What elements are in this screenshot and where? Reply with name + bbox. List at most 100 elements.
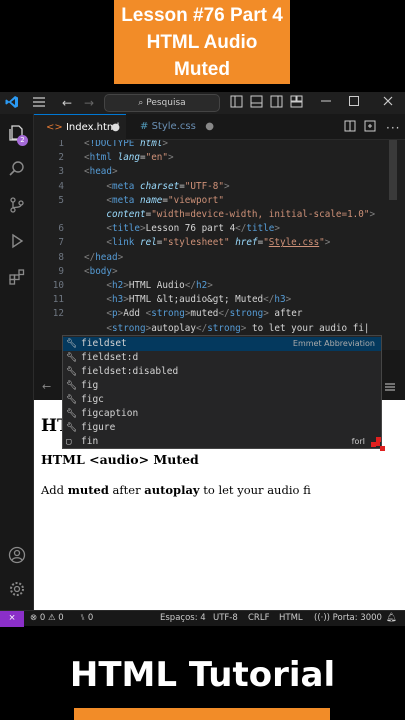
ports-indicator[interactable]: ⑊ 0 [80,611,93,626]
code-editor[interactable]: 1 <!DOCTYPE html> 2 <html lang="en"> 3 <head>… [34,140,405,350]
p-text: Add [41,483,68,497]
source-control-icon[interactable] [7,196,27,216]
split-editor-icon[interactable] [344,120,356,136]
code-text[interactable]: <h2>HTML Audio</h2> [84,280,212,291]
autocomplete-popup[interactable]: 🔧︎ fieldset Emmet Abbreviation 🔧︎ fieldset:d… [62,335,385,451]
autocomplete-item-label: fieldset:disabled [81,366,179,377]
code-text[interactable]: content="width=device-width, initial-sca… [84,209,375,220]
wrench-icon: 🔧︎ [66,381,78,391]
unsaved-dot-icon[interactable]: ● [111,115,120,141]
error-icon: ⊗ [30,613,38,623]
tab-style-css[interactable]: # Style.css ● [126,114,214,140]
line-number: 8 [58,251,64,263]
settings-gear-icon[interactable] [7,580,27,600]
eol-status[interactable]: CRLF [248,611,269,626]
code-line[interactable]: <strong>autoplay</strong> to let your au… [34,322,405,336]
autocomplete-item[interactable]: 🔧︎ fig [63,379,381,393]
autocomplete-item[interactable]: 🔧︎ fieldset:d [63,351,381,365]
html-file-icon: <> [46,122,63,133]
line-number: 5 [58,194,64,206]
code-text[interactable]: <h3>HTML &lt;audio&gt; Muted</h3> [84,294,291,305]
editor-scrollbar[interactable] [389,140,397,200]
code-text[interactable]: <meta name="viewport" [84,195,224,206]
snippet-box-icon: ▢ [66,437,72,447]
language-status[interactable]: HTML [279,611,303,626]
autocomplete-item[interactable]: ▢ fin [63,435,381,449]
problems-indicator[interactable]: ⊗ 0 ⚠ 0 [30,611,64,626]
p-strong-muted: muted [67,483,109,497]
back-icon[interactable]: ← [62,95,72,111]
code-text[interactable]: <p>Add <strong>muted</strong> after [84,308,302,319]
source-control-badge: 2 [17,135,28,146]
code-text[interactable]: </head> [84,252,123,263]
code-line[interactable]: 8 </head> [34,251,405,265]
code-text[interactable]: <link rel="stylesheet" href="Style.css"> [84,237,330,248]
code-line[interactable]: 2 <html lang="en"> [34,151,405,165]
command-search[interactable]: ⌕ Pesquisa [104,94,220,112]
code-line[interactable]: content="width=device-width, initial-sca… [34,208,405,222]
code-text[interactable]: <title>Lesson 76 part 4</title> [84,223,280,234]
minimize-icon[interactable] [320,95,332,111]
toggle-sidebar-icon[interactable] [230,95,243,111]
code-line[interactable]: 1 <!DOCTYPE html> [34,140,405,151]
autocomplete-item[interactable]: 🔧︎ figc [63,393,381,407]
indentation-status[interactable]: Espaços: 4 [160,611,206,626]
code-line[interactable]: 11 <h3>HTML &lt;audio&gt; Muted</h3> [34,293,405,307]
forward-icon[interactable]: → [84,95,94,111]
error-count: 0 [39,613,46,623]
search-icon[interactable] [7,160,27,180]
code-text[interactable]: <strong>autoplay</strong> to let your au… [84,323,369,334]
account-icon[interactable] [7,546,27,566]
run-debug-icon[interactable] [7,232,27,252]
toggle-panel-icon[interactable] [250,95,263,111]
code-line[interactable]: 6 <title>Lesson 76 part 4</title> [34,222,405,236]
code-line[interactable]: 9 <body> [34,265,405,279]
code-text[interactable]: <meta charset="UTF-8"> [84,181,229,192]
code-text[interactable]: <body> [84,266,118,277]
p-text: to let your audio fi [199,483,311,497]
editor-tabs: <> Index.html ● # Style.css ● ··· [34,114,405,140]
autocomplete-item[interactable]: 🔧︎ fieldset:disabled [63,365,381,379]
activity-bar: 2 [0,114,34,610]
autocomplete-item[interactable]: 🔧︎ figcaption [63,407,381,421]
line-number: 9 [58,265,64,277]
wrench-icon: 🔧︎ [66,339,78,349]
unsaved-dot-icon[interactable]: ● [205,114,214,140]
preview-back-icon[interactable]: ← [42,380,51,393]
notifications-bell-icon[interactable]: 🔔︎ [386,611,397,626]
customize-layout-icon[interactable] [290,95,303,111]
open-preview-icon[interactable] [364,120,376,136]
code-line[interactable]: 10 <h2>HTML Audio</h2> [34,279,405,293]
encoding-status[interactable]: UTF-8 [213,611,238,626]
code-line[interactable]: 12 <p>Add <strong>muted</strong> after [34,307,405,321]
ports-count: 0 [87,613,94,623]
remote-indicator-icon[interactable]: ⨯ [0,611,24,627]
code-line[interactable]: 3 <head> [34,165,405,179]
code-line[interactable]: 5 <meta name="viewport" [34,194,405,208]
wrench-icon: 🔧︎ [66,353,78,363]
maximize-icon[interactable] [348,95,360,111]
preview-h3: HTML <audio> Muted [41,452,199,467]
search-icon: ⌕ [138,98,144,108]
more-actions-icon[interactable]: ··· [386,120,400,136]
autocomplete-item[interactable]: 🔧︎ figure [63,421,381,435]
tutorial-title: HTML Tutorial [69,655,336,695]
tab-index-html[interactable]: <> Index.html ● [34,114,126,140]
menu-icon[interactable] [32,95,46,111]
autocomplete-item-label: fin [81,436,99,447]
live-server-status[interactable]: ((·)) Porta: 3000 [314,611,382,626]
close-icon[interactable] [382,95,394,111]
autocomplete-item[interactable]: 🔧︎ fieldset Emmet Abbreviation [63,337,381,351]
banner-line-3: Muted [174,59,230,80]
code-text[interactable]: <!DOCTYPE html> [84,140,168,149]
code-text[interactable]: <head> [84,166,118,177]
code-text[interactable]: <html lang="en"> [84,152,174,163]
toggle-secondary-sidebar-icon[interactable] [270,95,283,111]
preview-menu-icon[interactable] [384,378,396,397]
autocomplete-item-label: fieldset [81,338,127,349]
extensions-icon[interactable] [7,268,27,288]
port-label: Porta: 3000 [332,613,382,623]
p-text: after [108,483,145,497]
code-line[interactable]: 7 <link rel="stylesheet" href="Style.css… [34,236,405,250]
code-line[interactable]: 4 <meta charset="UTF-8"> [34,180,405,194]
